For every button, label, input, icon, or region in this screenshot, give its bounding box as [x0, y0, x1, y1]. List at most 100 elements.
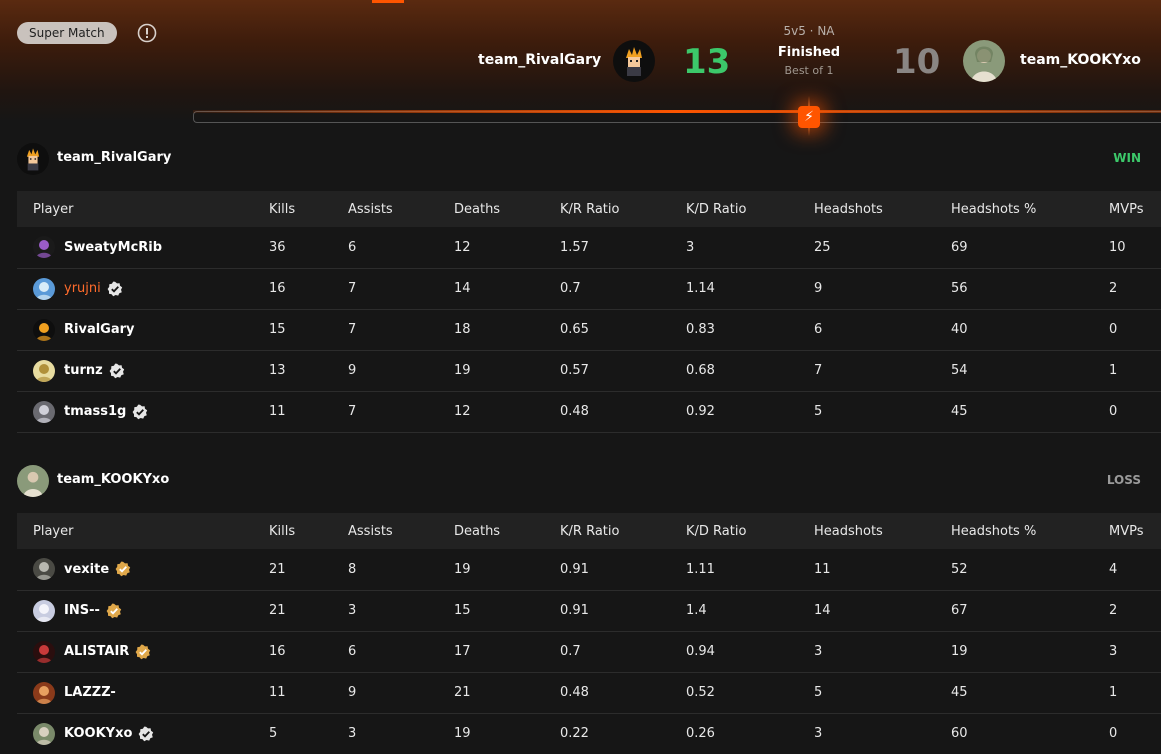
column-header[interactable]: MVPs: [1093, 513, 1161, 549]
column-header[interactable]: Player: [17, 513, 253, 549]
gold-verified-badge-icon: [135, 644, 151, 660]
super-match-badge: Super Match: [17, 22, 117, 44]
column-header[interactable]: Kills: [253, 191, 332, 227]
table-row[interactable]: vexite 21 8 19 0.91 1.11 11 52 4: [17, 549, 1161, 591]
stat-cell-k-r-ratio: 0.48: [544, 391, 670, 433]
stat-cell-assists: 6: [332, 631, 438, 673]
stat-cell-headshots: 9: [798, 268, 935, 310]
stat-cell-headshots: 54: [935, 350, 1093, 392]
match-status: Finished: [777, 45, 841, 60]
stat-cell-kills: 11: [253, 391, 332, 433]
info-icon[interactable]: [137, 23, 157, 43]
table-row[interactable]: SweatyMcRib 36 6 12 1.57 3 25 69 10: [17, 227, 1161, 269]
table-row[interactable]: ALISTAIR 16 6 17 0.7 0.94 3 19 3: [17, 631, 1161, 673]
column-header[interactable]: Assists: [332, 513, 438, 549]
player-avatar[interactable]: [33, 359, 55, 382]
player-cell: RivalGary: [17, 309, 253, 351]
player-name[interactable]: KOOKYxo: [64, 726, 132, 741]
player-avatar[interactable]: [33, 599, 55, 622]
stat-cell-headshots: 7: [798, 350, 935, 392]
player-info: SweatyMcRib: [33, 236, 253, 259]
stat-cell-k-d-ratio: 0.26: [670, 713, 798, 754]
player-name[interactable]: yrujni: [64, 281, 101, 296]
player-avatar[interactable]: [33, 318, 55, 341]
player-name[interactable]: turnz: [64, 363, 103, 378]
stat-cell-mvps: 10: [1093, 227, 1161, 269]
table-row[interactable]: RivalGary 15 7 18 0.65 0.83 6 40 0: [17, 309, 1161, 351]
column-header[interactable]: Assists: [332, 191, 438, 227]
player-avatar[interactable]: [33, 277, 55, 300]
stat-cell-headshots: 14: [798, 590, 935, 632]
column-header[interactable]: K/R Ratio: [544, 191, 670, 227]
player-info: ALISTAIR: [33, 640, 253, 663]
column-header[interactable]: Player: [17, 191, 253, 227]
column-header[interactable]: K/R Ratio: [544, 513, 670, 549]
stat-cell-headshots: 45: [935, 391, 1093, 433]
player-info: KOOKYxo: [33, 722, 253, 745]
column-header[interactable]: MVPs: [1093, 191, 1161, 227]
team1-name[interactable]: team_RivalGary: [478, 52, 601, 68]
table-row[interactable]: KOOKYxo 5 3 19 0.22 0.26 3 60 0: [17, 713, 1161, 754]
column-header[interactable]: Headshots: [798, 191, 935, 227]
player-name[interactable]: ALISTAIR: [64, 644, 129, 659]
column-header[interactable]: Kills: [253, 513, 332, 549]
table-row[interactable]: turnz 13 9 19 0.57 0.68 7 54 1: [17, 350, 1161, 392]
column-header[interactable]: Headshots: [798, 513, 935, 549]
column-header[interactable]: Headshots %: [935, 191, 1093, 227]
team2-section-name[interactable]: team_KOOKYxo: [57, 472, 169, 487]
player-avatar[interactable]: [33, 681, 55, 704]
stat-cell-assists: 8: [332, 549, 438, 591]
stat-cell-assists: 3: [332, 713, 438, 754]
stat-cell-deaths: 21: [438, 672, 544, 714]
player-avatar[interactable]: [33, 558, 55, 581]
stat-cell-k-d-ratio: 0.94: [670, 631, 798, 673]
player-name[interactable]: INS--: [64, 603, 100, 618]
stat-cell-k-d-ratio: 1.14: [670, 268, 798, 310]
stat-cell-k-d-ratio: 0.83: [670, 309, 798, 351]
table-row[interactable]: LAZZZ- 11 9 21 0.48 0.52 5 45 1: [17, 672, 1161, 714]
stat-cell-k-d-ratio: 1.11: [670, 549, 798, 591]
table-row[interactable]: yrujni 16 7 14 0.7 1.14 9 56 2: [17, 268, 1161, 310]
player-avatar[interactable]: [33, 236, 55, 259]
column-header[interactable]: K/D Ratio: [670, 191, 798, 227]
stat-cell-kills: 13: [253, 350, 332, 392]
table-row[interactable]: INS-- 21 3 15 0.91 1.4 14 67 2: [17, 590, 1161, 632]
player-avatar[interactable]: [33, 400, 55, 423]
team1-stats-table: Player Kills Assists Deaths K/R Ratio K/…: [17, 191, 1161, 433]
table-row[interactable]: tmass1g 11 7 12 0.48 0.92 5 45 0: [17, 391, 1161, 433]
stat-cell-k-r-ratio: 0.57: [544, 350, 670, 392]
player-name[interactable]: LAZZZ-: [64, 685, 116, 700]
stat-cell-mvps: 0: [1093, 713, 1161, 754]
stat-cell-headshots: 11: [798, 549, 935, 591]
stat-cell-mvps: 3: [1093, 631, 1161, 673]
column-header[interactable]: Headshots %: [935, 513, 1093, 549]
match-mode: 5v5 · NA: [783, 24, 835, 38]
column-header[interactable]: Deaths: [438, 513, 544, 549]
team1-section-avatar[interactable]: [17, 143, 49, 175]
stat-cell-headshots: 45: [935, 672, 1093, 714]
player-name[interactable]: SweatyMcRib: [64, 240, 162, 255]
player-cell: tmass1g: [17, 391, 253, 433]
stat-cell-k-r-ratio: 0.48: [544, 672, 670, 714]
stat-cell-deaths: 19: [438, 713, 544, 754]
player-name[interactable]: RivalGary: [64, 322, 135, 337]
team2-avatar[interactable]: [963, 40, 1005, 82]
player-name[interactable]: vexite: [64, 562, 109, 577]
stat-cell-mvps: 2: [1093, 268, 1161, 310]
team1-section-name[interactable]: team_RivalGary: [57, 150, 171, 165]
player-name[interactable]: tmass1g: [64, 404, 126, 419]
stat-cell-headshots: 6: [798, 309, 935, 351]
stat-cell-assists: 7: [332, 309, 438, 351]
team2-section: team_KOOKYxo LOSS Player Kills Assists D…: [0, 463, 1161, 754]
column-header[interactable]: K/D Ratio: [670, 513, 798, 549]
stat-cell-k-r-ratio: 0.22: [544, 713, 670, 754]
match-header: Super Match team_RivalGary 13 5v5 · NA F…: [0, 0, 1161, 122]
column-header[interactable]: Deaths: [438, 191, 544, 227]
team2-name[interactable]: team_KOOKYxo: [1020, 52, 1141, 68]
player-avatar[interactable]: [33, 640, 55, 663]
team1-avatar[interactable]: [613, 40, 655, 82]
team2-section-avatar[interactable]: [17, 465, 49, 497]
stat-cell-k-d-ratio: 3: [670, 227, 798, 269]
team2-header: team_KOOKYxo LOSS: [0, 463, 1161, 513]
player-avatar[interactable]: [33, 722, 55, 745]
